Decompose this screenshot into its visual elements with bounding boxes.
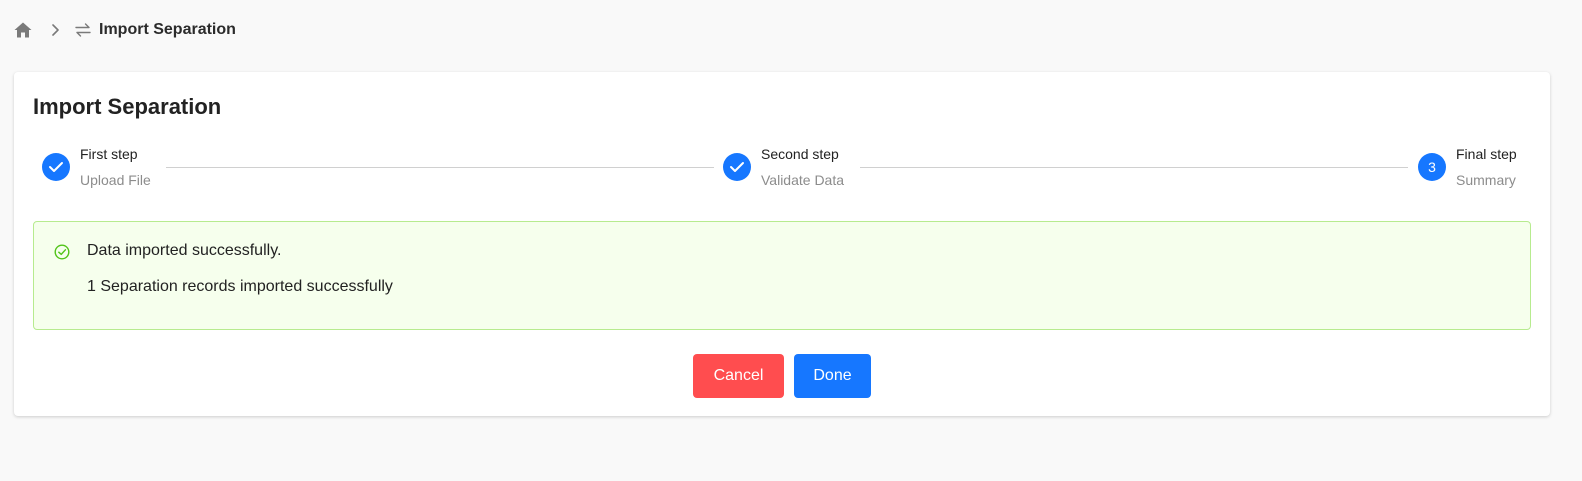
page-title: Import Separation <box>33 94 222 119</box>
step-2-title: Second step <box>761 146 839 162</box>
step-2-subtitle: Validate Data <box>761 172 845 188</box>
step-1-subtitle: Upload File <box>80 172 151 188</box>
step-1-check-icon <box>42 153 70 181</box>
chevron-right-icon <box>45 20 65 40</box>
check-circle-icon <box>54 244 70 260</box>
alert-title: Data imported successfully. <box>87 242 282 259</box>
success-alert: Data imported successfully. 1 Separation… <box>33 221 1531 330</box>
step-3-subtitle: Summary <box>1456 172 1516 188</box>
breadcrumb: Import Separation <box>13 18 236 42</box>
done-button[interactable]: Done <box>794 354 871 398</box>
step-connector-2 <box>860 167 1408 168</box>
import-card: Import Separation First step Upload File… <box>14 72 1550 416</box>
alert-description: 1 Separation records imported successful… <box>87 278 393 295</box>
cancel-button[interactable]: Cancel <box>693 354 784 398</box>
step-connector-1 <box>166 167 714 168</box>
home-icon[interactable] <box>13 20 33 40</box>
breadcrumb-current: Import Separation <box>99 21 236 38</box>
steps: First step Upload File Second step Valid… <box>42 146 1522 196</box>
step-1-title: First step <box>80 146 138 162</box>
step-3-title: Final step <box>1456 146 1517 162</box>
step-2-check-icon <box>723 153 751 181</box>
step-3-number: 3 <box>1418 153 1446 181</box>
swap-arrows-icon <box>73 20 93 40</box>
